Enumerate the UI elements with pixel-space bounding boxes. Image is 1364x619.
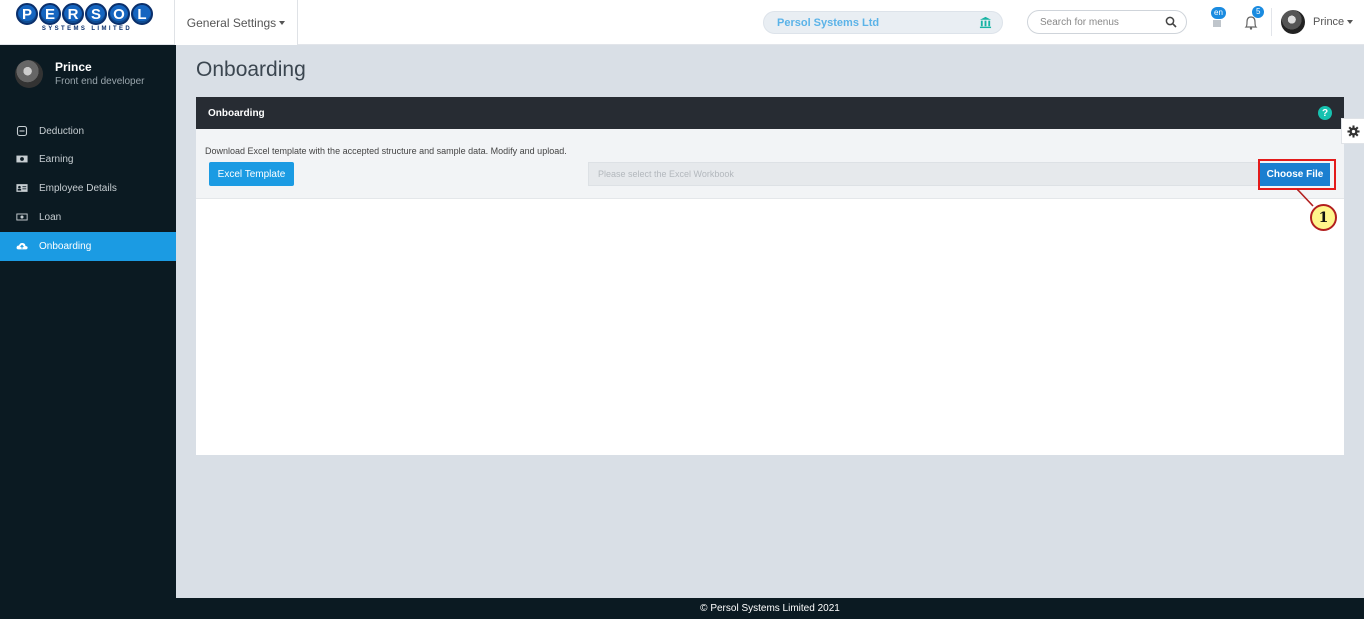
sidebar-item-label: Deduction (39, 126, 85, 137)
cash-icon (16, 213, 28, 221)
avatar (15, 60, 43, 88)
sidebar-item-onboarding[interactable]: Onboarding (0, 232, 176, 261)
company-selector[interactable]: Persol Systems Ltd (763, 11, 1003, 34)
sidebar-item-label: Employee Details (39, 183, 117, 194)
excel-template-button[interactable]: Excel Template (209, 162, 294, 186)
sidebar-item-label: Earning (39, 154, 74, 165)
logo-letter: S (85, 3, 107, 25)
logo-letter: O (108, 3, 130, 25)
sidebar: Prince Front end developer Deduction Ear… (0, 45, 176, 619)
sidebar-item-earning[interactable]: Earning (0, 145, 176, 174)
callout-pointer (1297, 189, 1314, 207)
file-placeholder: Please select the Excel Workbook (598, 169, 734, 179)
top-bar: P E R S O L SYSTEMS LIMITED General Sett… (0, 0, 1364, 45)
profile-role: Front end developer (55, 76, 145, 87)
user-name: Prince (1313, 16, 1345, 28)
logo-letter: P (16, 3, 38, 25)
logo-subtitle: SYSTEMS LIMITED (41, 26, 133, 32)
footer: © Persol Systems Limited 2021 (176, 598, 1364, 619)
minus-square-icon (16, 125, 28, 137)
search-placeholder: Search for menus (1040, 16, 1119, 28)
settings-toggle[interactable] (1341, 118, 1364, 144)
menu-search-input[interactable]: Search for menus (1027, 10, 1187, 34)
gear-icon (1346, 124, 1360, 138)
help-icon[interactable]: ? (1318, 106, 1332, 120)
bank-icon (979, 16, 992, 29)
highlight-box (1258, 159, 1336, 190)
language-badge: en (1211, 7, 1226, 19)
sidebar-item-loan[interactable]: Loan (0, 203, 176, 232)
general-settings-label: General Settings (186, 15, 277, 30)
notifications-button[interactable]: 5 (1242, 6, 1265, 36)
logo-letter: E (39, 3, 61, 25)
general-settings-menu[interactable]: General Settings (174, 0, 298, 45)
money-icon (16, 155, 28, 163)
cloud-upload-icon (16, 242, 28, 250)
upload-instructions: Download Excel template with the accepte… (205, 146, 567, 156)
upload-section: Download Excel template with the accepte… (196, 129, 1344, 199)
panel-title: Onboarding (208, 107, 265, 119)
step-callout: 1 (1310, 204, 1337, 231)
sidebar-item-label: Loan (39, 212, 62, 223)
page-title: Onboarding (196, 58, 306, 81)
persol-logo[interactable]: P E R S O L SYSTEMS LIMITED (16, 3, 158, 35)
caret-down-icon (279, 20, 286, 25)
excel-file-field[interactable]: Please select the Excel Workbook (588, 162, 1260, 186)
header-divider (1271, 8, 1272, 36)
sidebar-item-employee-details[interactable]: Employee Details (0, 174, 176, 203)
sidebar-item-label: Onboarding (39, 241, 92, 252)
panel-header: Onboarding ? (196, 97, 1344, 129)
logo-letter: R (62, 3, 84, 25)
profile-name: Prince (55, 60, 92, 74)
company-name: Persol Systems Ltd (777, 16, 880, 29)
footer-copyright: © Persol Systems Limited 2021 (700, 603, 840, 614)
user-menu[interactable]: Prince (1281, 10, 1354, 34)
language-switcher[interactable]: en (1207, 7, 1229, 36)
caret-down-icon (1347, 20, 1354, 24)
search-icon[interactable] (1165, 16, 1177, 28)
sidebar-profile: Prince Front end developer (15, 60, 175, 90)
id-card-icon (16, 184, 28, 192)
avatar (1281, 10, 1305, 34)
onboarding-panel: Onboarding ? Download Excel template wit… (196, 97, 1344, 455)
sidebar-item-deduction[interactable]: Deduction (0, 117, 176, 146)
logo-letter: L (131, 3, 153, 25)
